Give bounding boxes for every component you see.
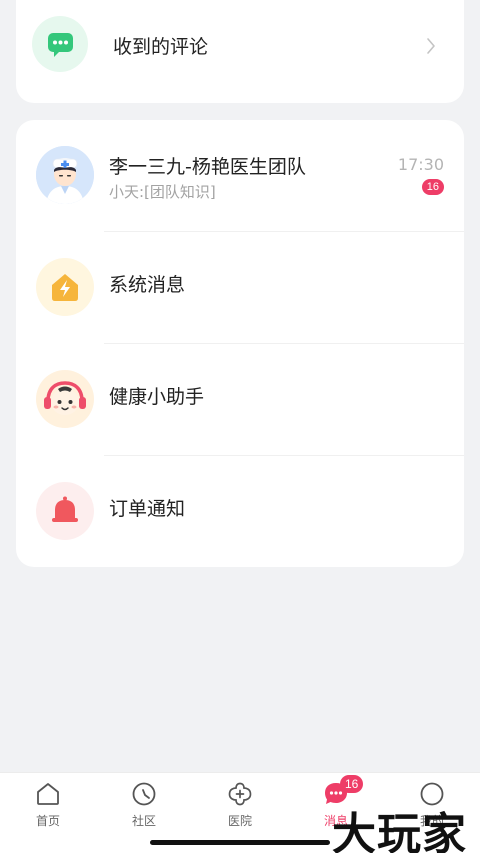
conversation-doctor-team[interactable]: 李一三九-杨艳医生团队 小天:[团队知识] 17:30 16 bbox=[16, 120, 464, 232]
tab-label: 首页 bbox=[35, 814, 60, 828]
lightning-house-icon bbox=[36, 258, 94, 316]
messages-badge: 16 bbox=[340, 775, 364, 793]
bell-icon bbox=[36, 482, 94, 540]
tab-label: 社区 bbox=[131, 814, 156, 828]
conversation-health-assistant[interactable]: 健康小助手 bbox=[16, 344, 464, 456]
comment-bubble-icon bbox=[32, 16, 88, 72]
message-list: 李一三九-杨艳医生团队 小天:[团队知识] 17:30 16 系统消息 健康小助… bbox=[16, 120, 464, 567]
doctor-avatar bbox=[36, 146, 94, 204]
unread-badge: 16 bbox=[421, 179, 444, 195]
conversation-title: 李一三九-杨艳医生团队 bbox=[109, 156, 306, 178]
tab-home[interactable]: 首页 bbox=[0, 781, 96, 833]
tab-community[interactable]: 社区 bbox=[96, 781, 192, 833]
comments-card: 收到的评论 bbox=[16, 0, 464, 103]
watermark-text: 大玩家 bbox=[332, 809, 467, 853]
received-comments-title: 收到的评论 bbox=[113, 36, 209, 58]
conversation-title: 订单通知 bbox=[109, 498, 186, 520]
tab-hospital[interactable]: 医院 bbox=[192, 781, 288, 833]
robot-headphone-icon bbox=[36, 370, 94, 428]
received-comments-row[interactable]: 收到的评论 bbox=[16, 0, 464, 100]
hospital-icon bbox=[227, 781, 253, 807]
home-icon bbox=[35, 781, 61, 807]
home-indicator[interactable] bbox=[150, 840, 330, 845]
tab-label: 医院 bbox=[227, 814, 252, 828]
conversation-title: 健康小助手 bbox=[109, 386, 205, 408]
compass-icon bbox=[131, 781, 157, 807]
conversation-title: 系统消息 bbox=[109, 274, 186, 296]
conversation-preview: 小天:[团队知识] bbox=[109, 183, 216, 201]
conversation-order-notifications[interactable]: 订单通知 bbox=[16, 456, 464, 568]
conversation-system-messages[interactable]: 系统消息 bbox=[16, 232, 464, 344]
chevron-right-icon bbox=[427, 38, 435, 54]
conversation-time: 17:30 bbox=[397, 155, 444, 174]
